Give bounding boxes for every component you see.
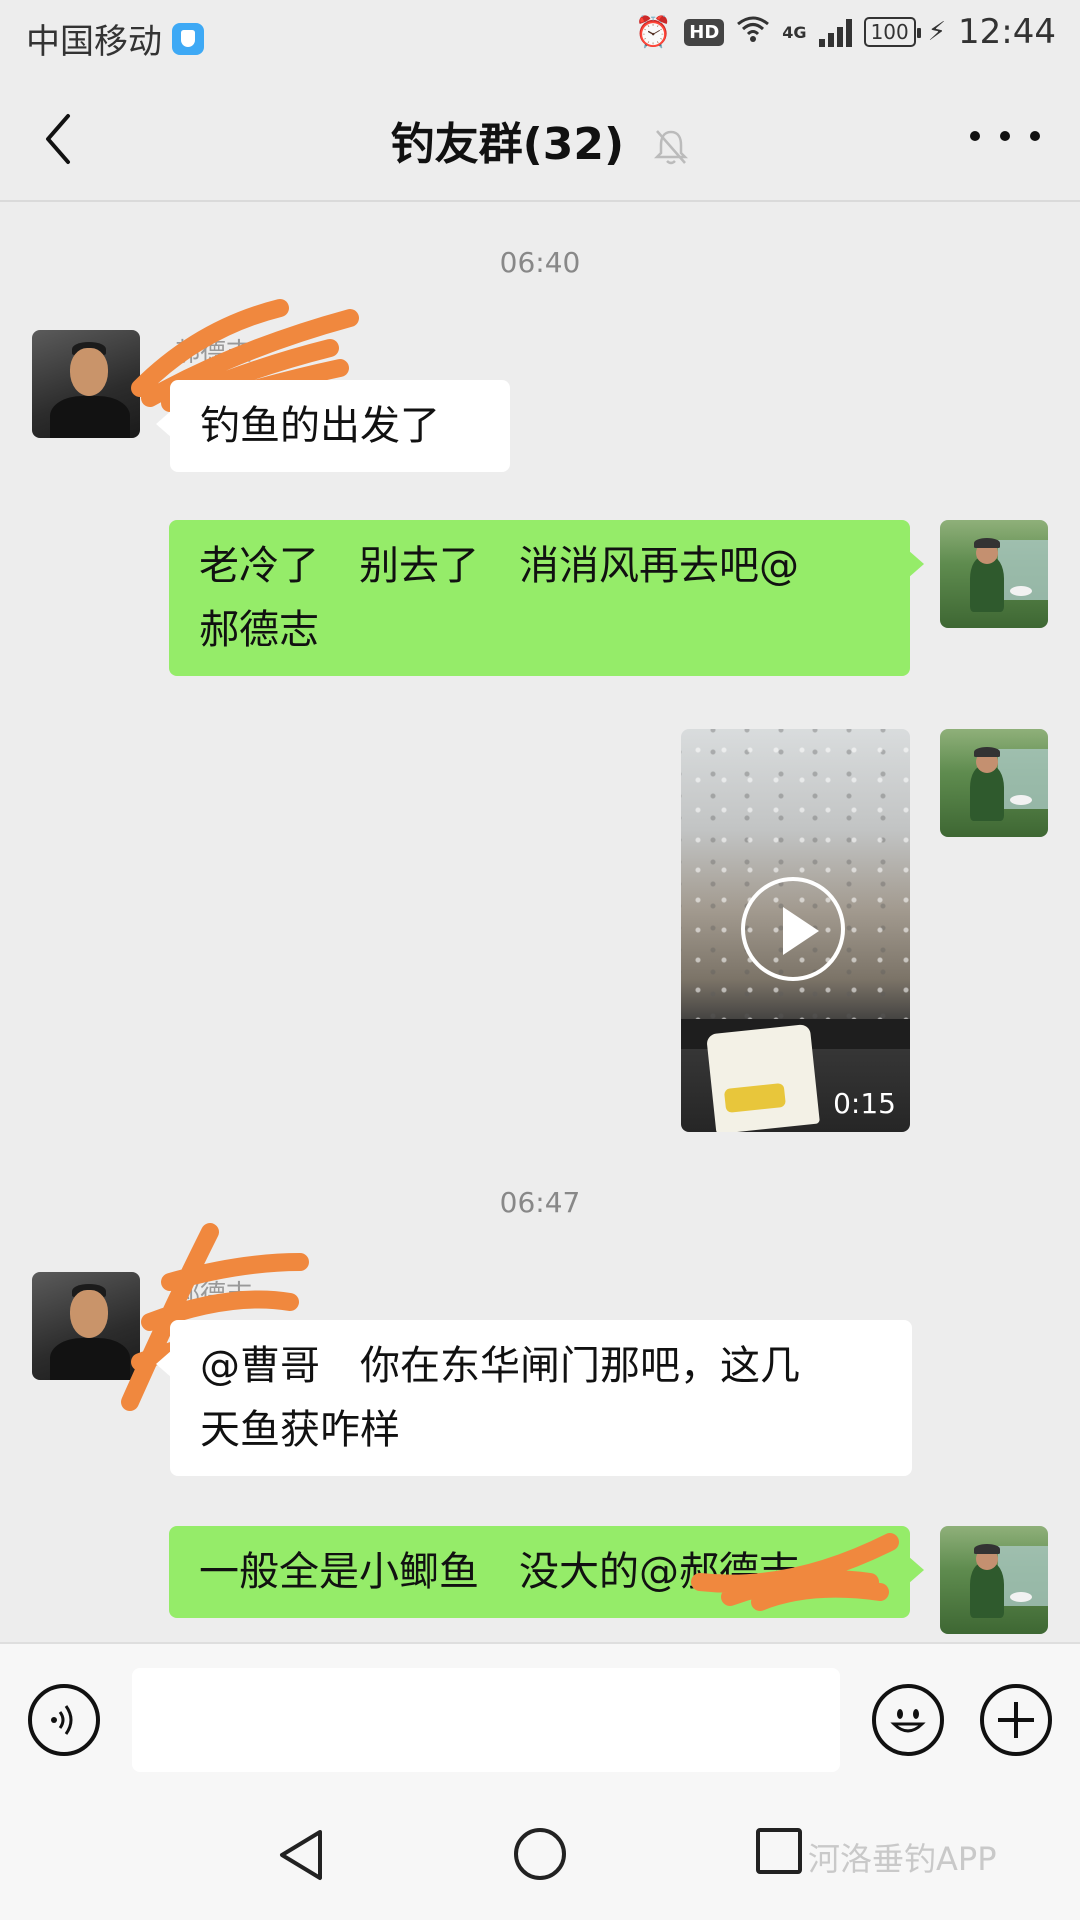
avatar[interactable] xyxy=(32,1272,140,1380)
status-icons: ⏰ HD 4G 100 ⚡ 12:44 xyxy=(635,12,1056,52)
system-nav-bar: 河洛垂钓APP xyxy=(0,1792,1080,1920)
sender-name: 郝德志 xyxy=(174,1280,253,1310)
voice-button[interactable] xyxy=(28,1684,100,1756)
mute-bell-icon xyxy=(654,130,689,165)
avatar-face xyxy=(70,348,108,396)
message-text-line: 郝德志 xyxy=(199,607,319,653)
play-icon[interactable] xyxy=(741,877,845,981)
message-input[interactable] xyxy=(132,1668,840,1772)
avatar-plate xyxy=(1010,586,1032,596)
carrier-info: 中国移动 xyxy=(26,14,204,63)
avatar-cap xyxy=(974,1544,1000,1554)
alarm-icon: ⏰ xyxy=(634,14,673,50)
carrier-name: 中国移动 xyxy=(26,22,162,62)
message-bubble[interactable]: 钓鱼的出发了 xyxy=(156,380,510,472)
battery-icon: 100 xyxy=(863,17,921,47)
avatar-body xyxy=(970,1562,1004,1618)
avatar-body xyxy=(970,765,1004,821)
more-icon-dot xyxy=(1000,131,1010,141)
video-duration: 0:15 xyxy=(833,1087,896,1120)
avatar-self[interactable] xyxy=(940,729,1048,837)
more-button[interactable] xyxy=(970,116,1040,156)
sender-name: 郝德志 xyxy=(174,338,253,368)
nav-home-icon[interactable] xyxy=(514,1828,566,1880)
charging-icon: ⚡ xyxy=(927,17,947,47)
message-text-line: 老冷了 别去了 消消风再去吧@ xyxy=(199,543,799,589)
avatar-coat xyxy=(50,1338,130,1380)
message-list[interactable]: 06:40 郝德志 钓鱼的出发了 老冷了 别去了 消消风再去吧@ 郝德志 0:1… xyxy=(0,202,1080,1642)
watermark: 河洛垂钓APP xyxy=(808,1840,997,1878)
message-text: 钓鱼的出发了 xyxy=(200,403,440,449)
status-bar: 中国移动 ⏰ HD 4G 100 ⚡ 12:44 xyxy=(0,0,1080,78)
emoji-button[interactable] xyxy=(872,1684,944,1756)
emoji-icon xyxy=(890,1709,926,1733)
avatar-plate xyxy=(1010,795,1032,805)
message-bubble[interactable]: @曹哥 你在东华闸门那吧，这几 天鱼获咋样 xyxy=(156,1320,912,1476)
timestamp: 06:47 xyxy=(499,1186,581,1219)
wifi-icon xyxy=(736,14,770,50)
network-type: 4G xyxy=(782,22,807,42)
hd-badge: HD xyxy=(684,18,725,46)
message-text-line: 天鱼获咋样 xyxy=(200,1407,400,1453)
timestamp: 06:40 xyxy=(499,246,581,279)
message-text: 一般全是小鲫鱼 没大的@郝德志 xyxy=(199,1549,799,1595)
chat-title: 钓友群(32) xyxy=(390,119,625,170)
voice-icon xyxy=(51,1705,73,1735)
avatar-body xyxy=(970,556,1004,612)
chat-title-wrap: 钓友群(32) xyxy=(0,108,1080,172)
avatar-face xyxy=(70,1290,108,1338)
message-bubble-self[interactable]: 老冷了 别去了 消消风再去吧@ 郝德志 xyxy=(169,520,924,676)
message-bubble-self[interactable]: 一般全是小鲫鱼 没大的@郝德志 xyxy=(169,1526,924,1618)
more-icon-dot xyxy=(1030,131,1040,141)
plus-icon[interactable] xyxy=(980,1684,1052,1756)
avatar-self[interactable] xyxy=(940,520,1048,628)
avatar[interactable] xyxy=(32,330,140,438)
avatar-cap xyxy=(974,538,1000,548)
avatar-coat xyxy=(50,396,130,438)
signal-icon xyxy=(818,17,852,47)
clock: 12:44 xyxy=(958,12,1056,52)
video-thumbnail-bag xyxy=(706,1023,820,1132)
shield-icon xyxy=(172,22,204,55)
nav-recents-icon[interactable] xyxy=(756,1828,802,1874)
message-text-line: @曹哥 你在东华闸门那吧，这几 xyxy=(200,1343,800,1389)
avatar-cap xyxy=(974,747,1000,757)
avatar-self[interactable] xyxy=(940,1526,1048,1634)
battery-level: 100 xyxy=(870,20,909,44)
chat-header: 钓友群(32) xyxy=(0,78,1080,202)
more-icon xyxy=(970,131,980,141)
nav-back-icon[interactable] xyxy=(276,1828,326,1882)
video-message[interactable]: 0:15 xyxy=(681,729,910,1132)
input-bar xyxy=(0,1642,1080,1794)
avatar-plate xyxy=(1010,1592,1032,1602)
